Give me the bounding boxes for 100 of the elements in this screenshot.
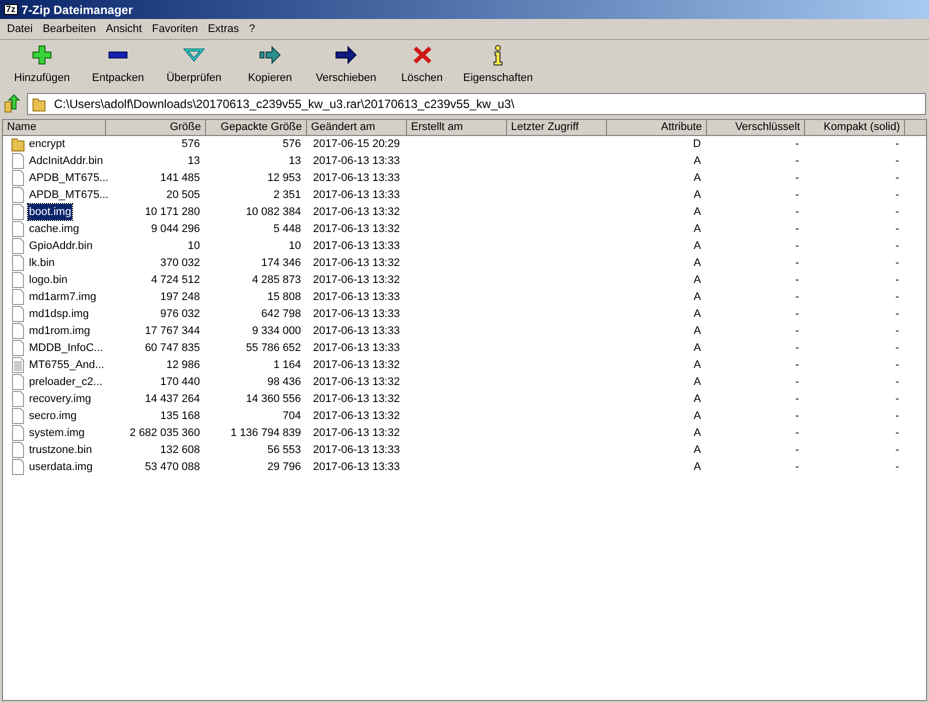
file-icon bbox=[11, 340, 25, 356]
file-name[interactable]: APDB_MT675... bbox=[28, 186, 110, 204]
table-cell-text: 2017-06-13 13:33 bbox=[313, 306, 400, 322]
menu-item[interactable]: Extras bbox=[202, 20, 244, 38]
table-cell-text: - bbox=[795, 256, 799, 271]
file-name[interactable]: MDDB_InfoC... bbox=[28, 340, 104, 356]
table-cell-text: A bbox=[694, 358, 701, 373]
column-header[interactable]: Geändert am bbox=[307, 120, 407, 136]
table-cell-text: 4 724 512 bbox=[151, 272, 200, 288]
toolbar-button[interactable]: Eigenschaften bbox=[462, 44, 534, 86]
file-icon bbox=[11, 459, 25, 475]
table-cell-text: - bbox=[795, 188, 799, 203]
file-name[interactable]: recovery.img bbox=[28, 390, 92, 408]
toolbar-button[interactable]: Überprüfen bbox=[158, 44, 230, 86]
table-cell-text: 576 bbox=[282, 136, 301, 152]
file-name[interactable]: trustzone.bin bbox=[28, 442, 93, 458]
table-cell-text: 4 285 873 bbox=[252, 272, 301, 288]
file-name[interactable]: md1dsp.img bbox=[28, 306, 90, 322]
toolbar-button[interactable]: Hinzufügen bbox=[6, 44, 78, 86]
file-icon bbox=[11, 289, 25, 305]
table-cell-text: - bbox=[795, 222, 799, 237]
table-cell-text: 60 747 835 bbox=[144, 340, 200, 356]
table-cell-text: 2017-06-13 13:32 bbox=[313, 392, 400, 407]
toolbar-button[interactable]: Verschieben bbox=[310, 44, 382, 86]
file-icon bbox=[11, 170, 25, 186]
column-header[interactable]: Kompakt (solid) bbox=[805, 120, 905, 136]
table-cell-text: 15 808 bbox=[267, 290, 301, 305]
plus-icon bbox=[30, 44, 54, 66]
file-icon bbox=[11, 323, 25, 339]
table-cell-text: 12 986 bbox=[166, 358, 200, 373]
table-cell-text: 10 082 384 bbox=[246, 204, 301, 220]
column-header[interactable]: Gepackte Größe bbox=[206, 120, 307, 136]
table-cell-text: A bbox=[694, 170, 701, 186]
table-cell-text: 2 682 035 360 bbox=[130, 426, 200, 441]
column-header[interactable]: Letzter Zugriff bbox=[507, 120, 607, 136]
file-name[interactable]: preloader_c2... bbox=[28, 374, 104, 390]
table-cell-text: - bbox=[795, 408, 799, 424]
file-name[interactable]: MT6755_And... bbox=[28, 356, 106, 374]
file-name[interactable]: lk.bin bbox=[28, 254, 56, 272]
column-header[interactable]: Größe bbox=[106, 120, 206, 136]
column-header[interactable]: Verschlüsselt bbox=[707, 120, 805, 136]
file-name[interactable]: system.img bbox=[28, 424, 86, 442]
table-cell-text: - bbox=[795, 136, 799, 152]
file-name[interactable]: secro.img bbox=[28, 408, 78, 424]
table-cell-text: A bbox=[694, 306, 701, 322]
file-name[interactable]: APDB_MT675... bbox=[28, 170, 110, 186]
column-header[interactable]: Name bbox=[3, 120, 106, 136]
table-cell-text: - bbox=[895, 290, 899, 305]
table-cell-text: 13 bbox=[188, 154, 200, 169]
table-cell-text: A bbox=[694, 324, 701, 339]
table-cell-text: A bbox=[694, 340, 701, 356]
table-cell-text: 2017-06-15 20:29 bbox=[313, 136, 400, 152]
window-title: 7-Zip Dateimanager bbox=[22, 2, 133, 18]
menu-item[interactable]: Datei bbox=[2, 20, 38, 38]
table-cell-text: 10 bbox=[288, 238, 301, 254]
menu-item[interactable]: ? bbox=[244, 20, 260, 38]
table-cell-text: 53 470 088 bbox=[144, 460, 200, 475]
table-cell-text: - bbox=[895, 154, 899, 169]
table-cell-text: 12 953 bbox=[267, 170, 301, 186]
table-cell-text: - bbox=[895, 238, 899, 254]
file-name[interactable]: AdcInitAddr.bin bbox=[28, 152, 104, 170]
file-name[interactable]: md1arm7.img bbox=[28, 288, 98, 306]
table-cell-text: 10 bbox=[188, 238, 200, 254]
table-cell-text: 704 bbox=[282, 408, 301, 424]
table-cell-text: 2017-06-13 13:33 bbox=[313, 170, 400, 186]
path-field[interactable]: C:\Users\adolf\Downloads\20170613_c239v55_kw_u3.rar\20170613_c239v55_kw_u3\ bbox=[27, 92, 926, 114]
table-cell-text: 174 346 bbox=[261, 256, 301, 271]
file-name[interactable]: boot.img bbox=[28, 204, 72, 220]
table-cell-text: 56 553 bbox=[267, 442, 301, 458]
menu-item[interactable]: Bearbeiten bbox=[38, 20, 101, 38]
table-cell-text: A bbox=[694, 442, 701, 458]
file-name[interactable]: cache.img bbox=[28, 220, 80, 238]
file-icon bbox=[11, 204, 25, 220]
table-cell-text: 14 360 556 bbox=[246, 392, 301, 407]
column-header[interactable]: Attribute bbox=[607, 120, 707, 136]
column-header[interactable]: Erstellt am bbox=[407, 120, 507, 136]
file-icon bbox=[11, 306, 25, 322]
menu-item[interactable]: Ansicht bbox=[100, 20, 147, 38]
table-cell-text: - bbox=[895, 460, 899, 475]
toolbar-button[interactable]: Entpacken bbox=[82, 44, 154, 86]
file-icon bbox=[11, 425, 25, 441]
file-name[interactable]: GpioAddr.bin bbox=[28, 238, 94, 254]
file-name[interactable]: logo.bin bbox=[28, 272, 69, 288]
toolbar-button[interactable]: Kopieren bbox=[234, 44, 306, 86]
table-cell-text: 5 448 bbox=[273, 222, 301, 237]
table-cell-text: 370 032 bbox=[160, 256, 200, 271]
table-cell-text: D bbox=[693, 136, 701, 152]
table-cell-text: - bbox=[895, 188, 899, 203]
table-cell-text: 13 bbox=[288, 154, 301, 169]
file-name[interactable]: md1rom.img bbox=[28, 322, 92, 340]
table-cell-text: - bbox=[895, 374, 899, 390]
menu-item[interactable]: Favoriten bbox=[146, 20, 203, 38]
toolbar-button[interactable]: Löschen bbox=[386, 44, 458, 86]
folder-up-icon[interactable] bbox=[3, 94, 23, 114]
file-name[interactable]: encrypt bbox=[28, 136, 66, 152]
table-cell-text: 10 171 280 bbox=[144, 204, 200, 220]
file-name[interactable]: userdata.img bbox=[28, 458, 94, 476]
table-cell-text: 9 044 296 bbox=[151, 222, 200, 237]
table-cell-text: 197 248 bbox=[160, 290, 200, 305]
table-cell-text: - bbox=[795, 306, 799, 322]
